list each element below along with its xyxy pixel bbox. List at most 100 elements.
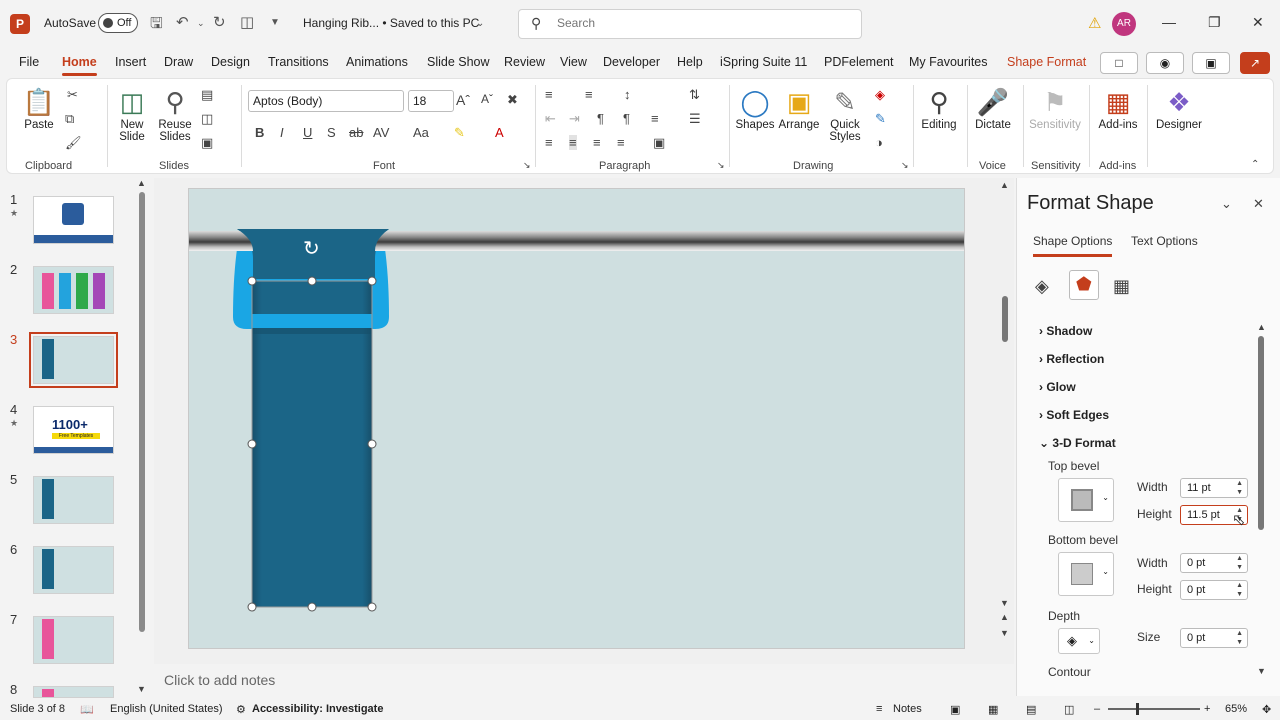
font-color-icon[interactable]: A bbox=[495, 125, 504, 140]
language-indicator[interactable]: English (United States) bbox=[110, 703, 223, 715]
shape-effects-icon[interactable]: ◑ bbox=[875, 135, 883, 150]
share-button[interactable]: ↗ bbox=[1240, 52, 1270, 74]
section-shadow[interactable]: › Shadow bbox=[1039, 324, 1092, 338]
shape-outline-icon[interactable]: ✎ bbox=[875, 111, 886, 127]
justify-icon[interactable]: ≡ bbox=[617, 135, 625, 150]
search-box[interactable]: ⚲ bbox=[518, 9, 862, 39]
title-chevron-down-icon[interactable]: ⌄ bbox=[476, 18, 484, 29]
addins-button[interactable]: ▦ Add-ins bbox=[1095, 85, 1141, 131]
decrease-indent-icon[interactable]: ⇤ bbox=[545, 111, 556, 127]
bold-icon[interactable]: B bbox=[255, 125, 264, 140]
tab-animations[interactable]: Animations bbox=[346, 55, 408, 69]
accessibility-status[interactable]: Accessibility: Investigate bbox=[252, 703, 383, 715]
redo-icon[interactable]: ↻ bbox=[213, 13, 226, 31]
tab-view[interactable]: View bbox=[560, 55, 587, 69]
document-title[interactable]: Hanging Rib... • Saved to this PC bbox=[303, 16, 479, 30]
text-direction-icon[interactable]: ⇅ bbox=[689, 87, 700, 103]
bottom-bevel-width-spinner[interactable]: 0 pt ▲ ▼ bbox=[1180, 553, 1248, 573]
customize-toolbar-icon[interactable]: ▼ bbox=[270, 17, 280, 28]
scroll-up-icon[interactable]: ▲ bbox=[137, 178, 146, 188]
pane-close-icon[interactable]: ✕ bbox=[1253, 196, 1264, 212]
tab-draw[interactable]: Draw bbox=[164, 55, 193, 69]
spinner-arrows-icon[interactable]: ▲ ▼ bbox=[1236, 554, 1243, 572]
numbering-icon[interactable]: ≡ bbox=[585, 87, 593, 102]
tab-design[interactable]: Design bbox=[211, 55, 250, 69]
dictate-button[interactable]: 🎤 Dictate bbox=[971, 85, 1015, 131]
minimize-icon[interactable]: — bbox=[1162, 14, 1176, 30]
slide-canvas[interactable]: ↻ bbox=[188, 188, 965, 649]
columns-icon[interactable]: ≡ bbox=[651, 111, 659, 126]
reading-view-icon[interactable]: ▤ bbox=[1026, 703, 1036, 716]
accessibility-icon[interactable]: ⚙ bbox=[236, 703, 246, 716]
slide-thumbnail-2[interactable] bbox=[33, 266, 114, 314]
autosave-toggle[interactable]: Off bbox=[98, 13, 138, 33]
pane-options-chevron-icon[interactable]: ⌄ bbox=[1221, 196, 1232, 212]
pane-scroll-up-icon[interactable]: ▲ bbox=[1257, 322, 1266, 332]
restore-icon[interactable]: ❐ bbox=[1208, 14, 1221, 31]
increase-indent-icon[interactable]: ⇥ bbox=[569, 111, 580, 127]
tab-help[interactable]: Help bbox=[677, 55, 703, 69]
tab-my-favourites[interactable]: My Favourites bbox=[909, 55, 988, 69]
new-slide-button[interactable]: ◫ New Slide bbox=[115, 85, 149, 143]
zoom-slider[interactable] bbox=[1108, 703, 1200, 715]
reset-icon[interactable]: ◫ bbox=[201, 111, 213, 127]
designer-button[interactable]: ❖ Designer bbox=[1153, 85, 1205, 131]
depth-size-spinner[interactable]: 0 pt ▲ ▼ bbox=[1180, 628, 1248, 648]
quick-styles-button[interactable]: ✎ Quick Styles bbox=[823, 85, 867, 143]
section-3d-format[interactable]: ⌄ 3-D Format bbox=[1039, 436, 1116, 450]
search-input[interactable] bbox=[557, 16, 837, 30]
zoom-slider-thumb[interactable] bbox=[1136, 703, 1139, 715]
font-launcher-icon[interactable]: ↘ bbox=[523, 160, 531, 171]
font-family-select[interactable]: Aptos (Body) bbox=[248, 90, 404, 112]
tab-text-options[interactable]: Text Options bbox=[1131, 234, 1198, 248]
section-icon[interactable]: ▣ bbox=[201, 135, 213, 151]
rtl-icon[interactable]: ¶ bbox=[623, 111, 630, 126]
warning-icon[interactable]: ⚠ bbox=[1088, 14, 1101, 32]
undo-dropdown-icon[interactable]: ⌄ bbox=[197, 18, 205, 29]
layout-icon[interactable]: ▤ bbox=[201, 87, 213, 103]
paste-button[interactable]: 📋 Paste bbox=[21, 85, 57, 131]
tab-developer[interactable]: Developer bbox=[603, 55, 660, 69]
drawing-launcher-icon[interactable]: ↘ bbox=[901, 160, 909, 171]
tab-insert[interactable]: Insert bbox=[115, 55, 146, 69]
canvas-scrollbar[interactable] bbox=[1002, 296, 1008, 342]
pane-scroll-down-icon[interactable]: ▼ bbox=[1257, 666, 1266, 676]
slide-thumbnail-7[interactable] bbox=[33, 616, 114, 664]
tab-transitions[interactable]: Transitions bbox=[268, 55, 329, 69]
shadow-text-icon[interactable]: S bbox=[327, 125, 336, 140]
tab-ispring[interactable]: iSpring Suite 11 bbox=[720, 55, 807, 69]
tab-slide-show[interactable]: Slide Show bbox=[427, 55, 490, 69]
character-spacing-icon[interactable]: AV bbox=[373, 125, 389, 140]
fill-line-icon[interactable]: ◈ bbox=[1035, 276, 1049, 297]
arrange-button[interactable]: ▣ Arrange bbox=[777, 85, 821, 131]
zoom-level[interactable]: 65% bbox=[1225, 703, 1247, 715]
zoom-in-icon[interactable]: + bbox=[1204, 703, 1210, 715]
highlight-icon[interactable]: ✎ bbox=[454, 125, 465, 141]
bottom-bevel-picker[interactable]: ⌄ bbox=[1058, 552, 1114, 596]
tab-review[interactable]: Review bbox=[504, 55, 545, 69]
decrease-font-icon[interactable]: Aˇ bbox=[481, 92, 493, 106]
slide-thumbnail-3[interactable] bbox=[29, 332, 118, 388]
font-size-select[interactable]: 18 bbox=[408, 90, 454, 112]
section-reflection[interactable]: › Reflection bbox=[1039, 352, 1104, 366]
top-bevel-width-spinner[interactable]: 11 pt ▲ ▼ bbox=[1180, 478, 1248, 498]
slide-thumbnail-4[interactable]: 1100+ Free Templates bbox=[33, 406, 114, 454]
effects-tab[interactable]: ⬟ bbox=[1069, 270, 1099, 300]
spellcheck-icon[interactable]: 📖 bbox=[80, 703, 94, 716]
size-properties-icon[interactable]: ▦ bbox=[1113, 276, 1130, 297]
clear-formatting-icon[interactable]: ✖ bbox=[507, 92, 518, 108]
section-soft-edges[interactable]: › Soft Edges bbox=[1039, 408, 1109, 422]
previous-slide-icon[interactable]: ▲ bbox=[1000, 612, 1009, 622]
tab-shape-format[interactable]: Shape Format bbox=[1007, 55, 1086, 69]
depth-color-picker[interactable]: ◈ ⌄ bbox=[1058, 628, 1100, 654]
present-icon[interactable]: ◫ bbox=[240, 13, 254, 31]
canvas-scroll-down-icon[interactable]: ▼ bbox=[1000, 598, 1009, 608]
comments-button[interactable]: □ bbox=[1100, 52, 1138, 74]
ltr-icon[interactable]: ¶ bbox=[597, 111, 604, 126]
undo-icon[interactable]: ↶ bbox=[176, 13, 189, 31]
bullets-icon[interactable]: ≡ bbox=[545, 87, 553, 102]
normal-view-icon[interactable]: ▣ bbox=[950, 703, 960, 716]
shape-fill-icon[interactable]: ◈ bbox=[875, 87, 885, 103]
increase-font-icon[interactable]: Aˆ bbox=[456, 92, 470, 108]
underline-icon[interactable]: U bbox=[303, 125, 312, 140]
